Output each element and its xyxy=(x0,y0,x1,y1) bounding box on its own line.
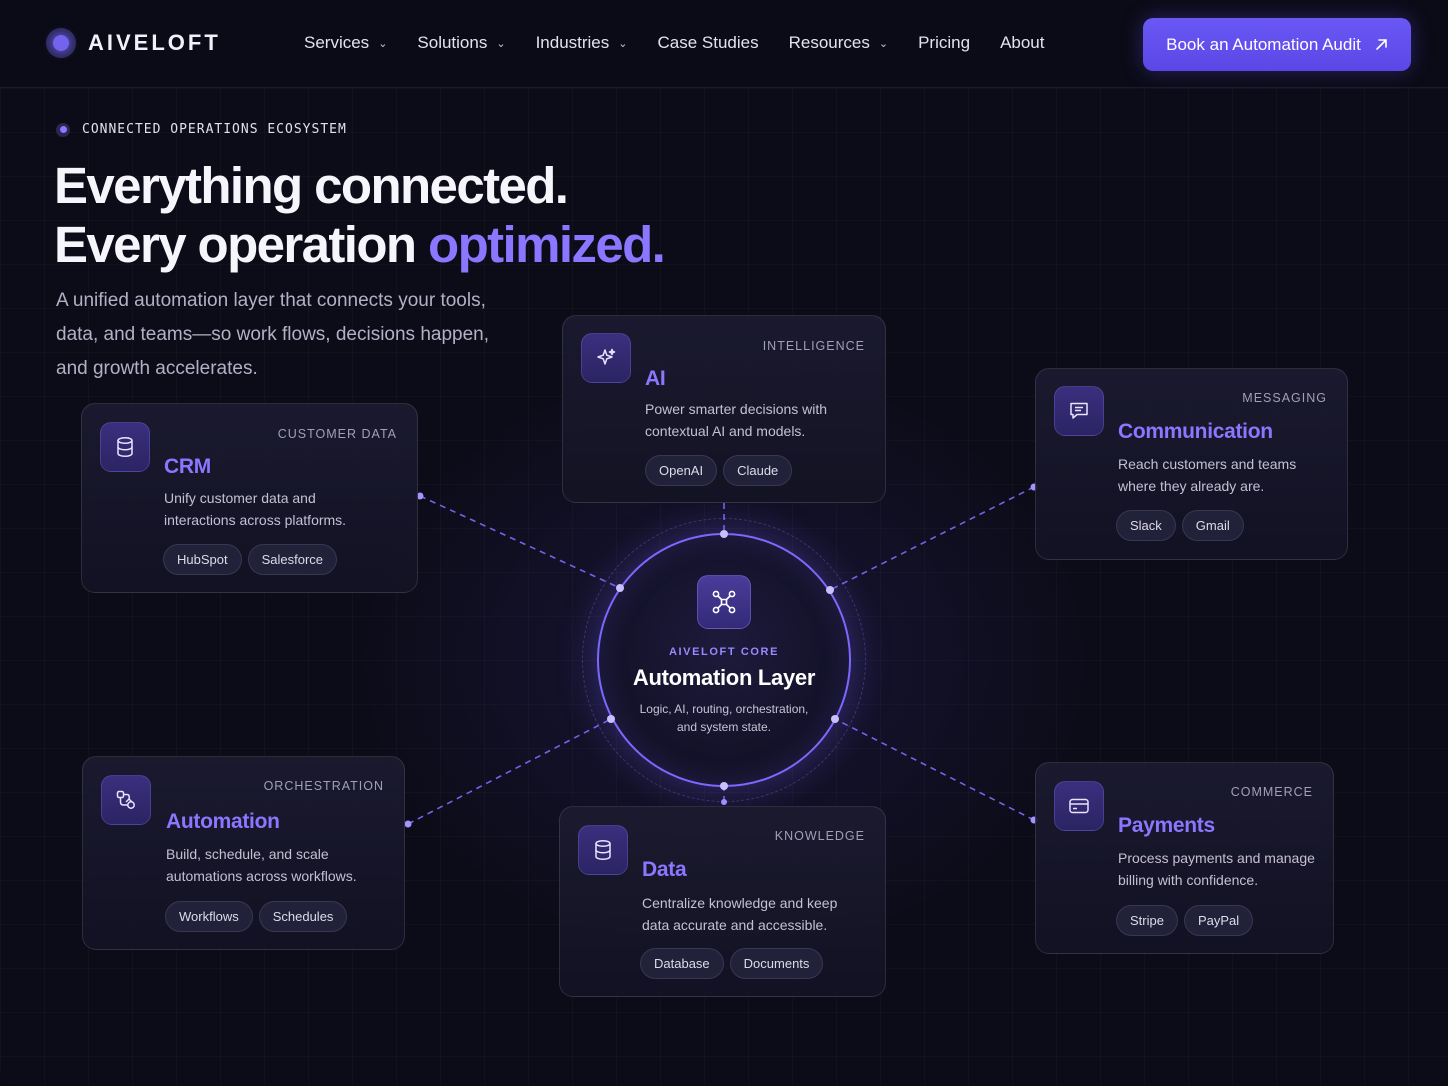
card-category: COMMERCE xyxy=(1230,785,1313,799)
card-description: Centralize knowledge and keep data accur… xyxy=(642,895,838,933)
database-icon xyxy=(578,825,628,875)
tag[interactable]: Slack xyxy=(1116,510,1176,541)
card-category: ORCHESTRATION xyxy=(263,779,384,793)
tag[interactable]: Claude xyxy=(723,455,793,486)
workflow-icon xyxy=(101,775,151,825)
database-icon xyxy=(100,422,150,472)
tag[interactable]: Workflows xyxy=(165,901,253,932)
card-category: CUSTOMER DATA xyxy=(277,427,397,441)
card-title: AI xyxy=(645,367,666,390)
tag[interactable]: PayPal xyxy=(1183,905,1254,936)
card-title: Communication xyxy=(1118,420,1273,443)
tag-list: HubSpot Salesforce xyxy=(163,544,338,575)
card-description: Build, schedule, and scale automations a… xyxy=(166,846,357,884)
card-description: Reach customers and teams where they alr… xyxy=(1118,456,1297,494)
card-description: Power smarter decisions with contextual … xyxy=(645,401,828,439)
tag-list: Stripe PayPal xyxy=(1116,905,1254,936)
tag[interactable]: HubSpot xyxy=(163,544,242,575)
network-nodes-icon xyxy=(697,575,751,629)
tag[interactable]: OpenAI xyxy=(645,455,718,486)
card-title: Automation xyxy=(166,810,280,833)
page: AIVELOFT Services ⌄ Solutions ⌄ Industri… xyxy=(0,0,1448,1086)
core-description: Logic, AI, routing, orchestration, and s… xyxy=(639,702,809,734)
card-category: INTELLIGENCE xyxy=(762,339,865,353)
credit-card-icon xyxy=(1054,781,1104,831)
core-label: AIVELOFT CORE xyxy=(668,646,780,658)
card-communication[interactable]: MESSAGING Communication Reach customers … xyxy=(1035,368,1348,560)
card-description: Process payments and manage billing with… xyxy=(1118,850,1315,888)
tag[interactable]: Stripe xyxy=(1116,905,1178,936)
card-payments[interactable]: COMMERCE Payments Process payments and m… xyxy=(1035,762,1334,954)
card-ai[interactable]: INTELLIGENCE AI Power smarter decisions … xyxy=(562,315,886,503)
tag[interactable]: Salesforce xyxy=(247,544,338,575)
tag[interactable]: Database xyxy=(640,948,724,979)
card-crm[interactable]: CUSTOMER DATA CRM Unify customer data an… xyxy=(81,403,418,593)
card-automation[interactable]: ORCHESTRATION Automation Build, schedule… xyxy=(82,756,405,950)
card-category: KNOWLEDGE xyxy=(774,829,865,843)
tag-list: Database Documents xyxy=(640,948,824,979)
core-title: Automation Layer xyxy=(632,665,816,690)
tag[interactable]: Schedules xyxy=(258,901,348,932)
tag-list: Workflows Schedules xyxy=(165,901,348,932)
sparkle-icon xyxy=(581,333,631,383)
tag[interactable]: Documents xyxy=(729,948,824,979)
chat-icon xyxy=(1054,386,1104,436)
card-title: Payments xyxy=(1118,814,1215,837)
card-title: CRM xyxy=(164,455,211,478)
tag-list: OpenAI Claude xyxy=(645,455,793,486)
card-title: Data xyxy=(642,858,687,881)
tag[interactable]: Gmail xyxy=(1181,510,1244,541)
card-description: Unify customer data and interactions acr… xyxy=(164,490,347,528)
card-data[interactable]: KNOWLEDGE Data Centralize knowledge and … xyxy=(559,806,886,997)
card-category: MESSAGING xyxy=(1242,391,1327,405)
tag-list: Slack Gmail xyxy=(1116,510,1244,541)
